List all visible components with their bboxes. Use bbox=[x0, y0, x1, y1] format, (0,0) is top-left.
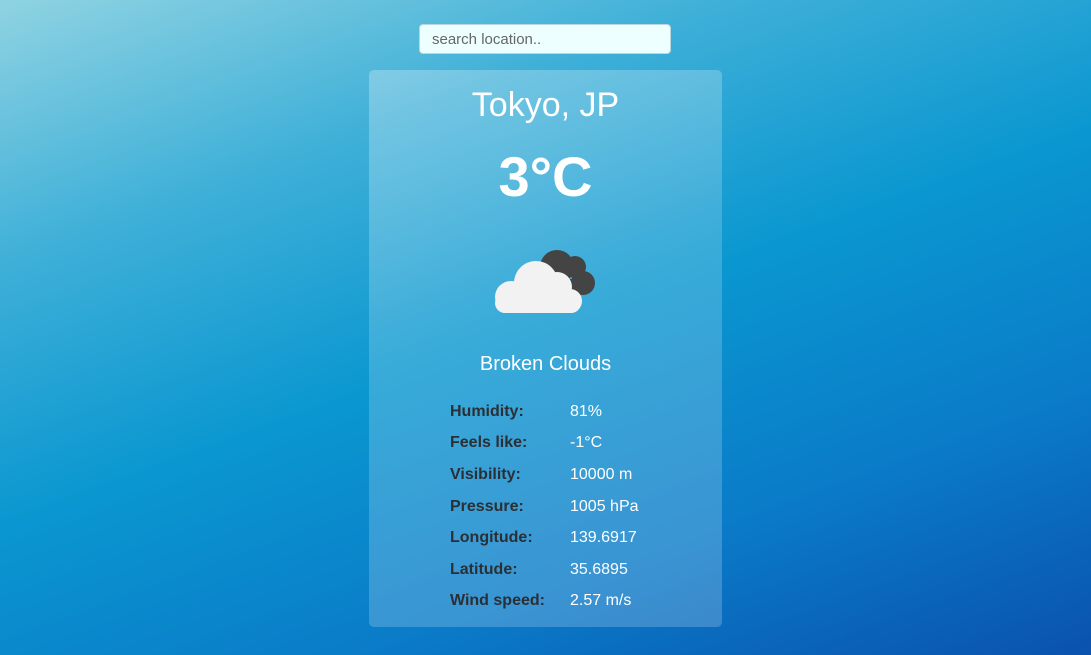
weather-card: Tokyo, JP 3°C Broken Clouds Humidity: 81… bbox=[369, 70, 722, 627]
broken-clouds-icon bbox=[491, 243, 601, 318]
detail-label: Visibility: bbox=[450, 465, 521, 483]
detail-row-feels-like: Feels like: -1°C bbox=[450, 428, 690, 460]
detail-row-visibility: Visibility: 10000 m bbox=[450, 459, 690, 491]
detail-row-latitude: Latitude: 35.6895 bbox=[450, 554, 690, 586]
detail-label: Wind speed: bbox=[450, 592, 545, 610]
detail-row-pressure: Pressure: 1005 hPa bbox=[450, 491, 690, 523]
detail-value: 10000 m bbox=[570, 465, 633, 483]
detail-value: 35.6895 bbox=[570, 560, 628, 578]
detail-label: Latitude: bbox=[450, 560, 518, 578]
detail-label: Longitude: bbox=[450, 529, 533, 547]
weather-description: Broken Clouds bbox=[479, 353, 612, 375]
temperature-value: 3°C bbox=[498, 145, 593, 208]
detail-value: 139.6917 bbox=[570, 529, 637, 547]
detail-value: -1°C bbox=[570, 434, 603, 452]
search-input[interactable] bbox=[419, 24, 671, 54]
detail-value: 1005 hPa bbox=[570, 497, 639, 515]
detail-row-humidity: Humidity: 81% bbox=[450, 396, 690, 428]
detail-row-longitude: Longitude: 139.6917 bbox=[450, 522, 690, 554]
detail-label: Feels like: bbox=[450, 434, 528, 452]
weather-details-list: Humidity: 81% Feels like: -1°C Visibilit… bbox=[450, 396, 690, 617]
detail-value: 2.57 m/s bbox=[570, 592, 632, 610]
detail-row-wind-speed: Wind speed: 2.57 m/s bbox=[450, 586, 690, 618]
location-title: Tokyo, JP bbox=[471, 86, 620, 124]
detail-label: Humidity: bbox=[450, 402, 524, 420]
detail-value: 81% bbox=[570, 402, 603, 420]
detail-label: Pressure: bbox=[450, 497, 524, 515]
